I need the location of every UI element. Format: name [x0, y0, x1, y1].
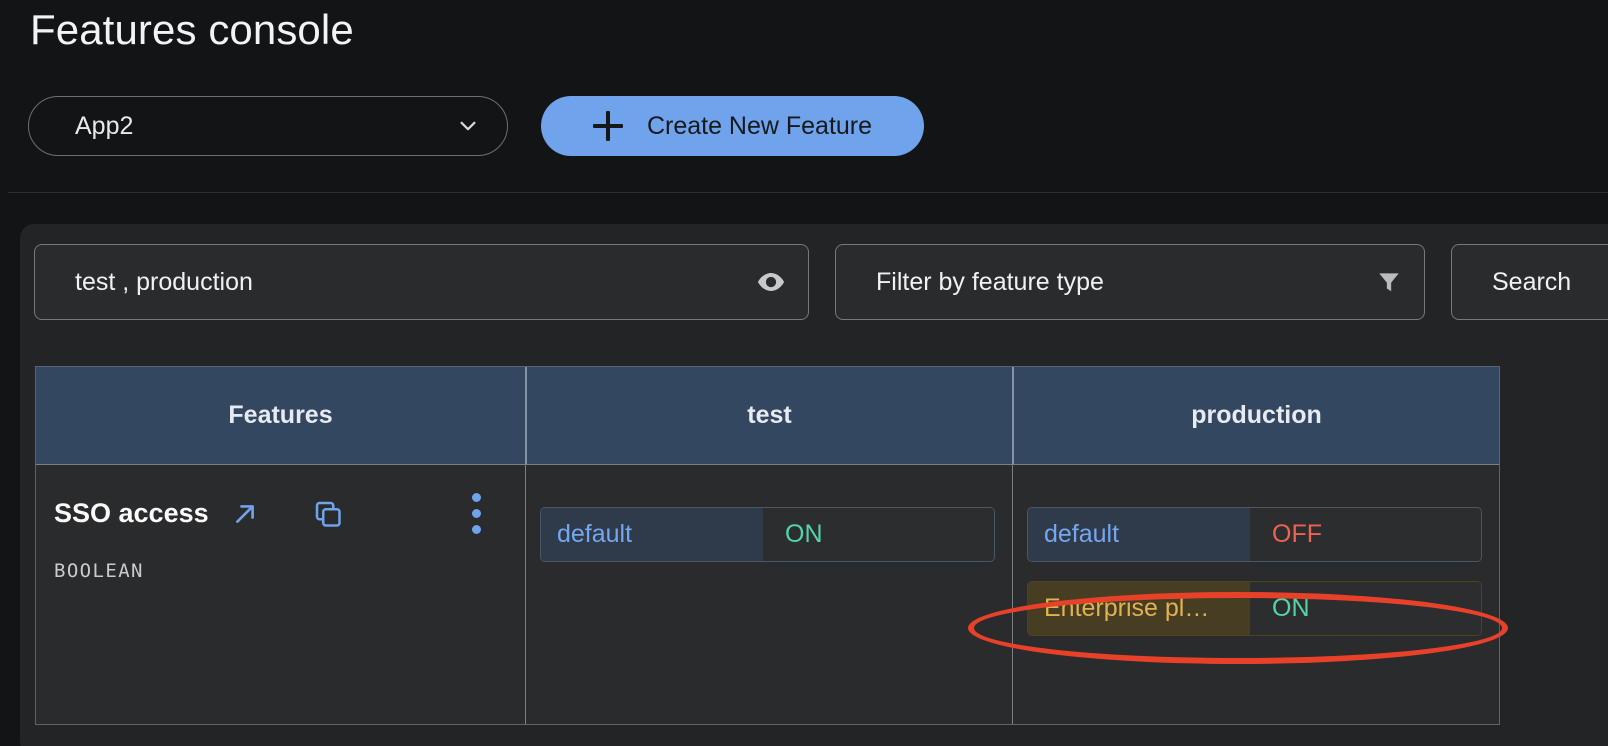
chevron-down-icon [460, 121, 476, 131]
feature-type-label: BOOLEAN [54, 560, 144, 582]
page-title: Features console [30, 6, 354, 53]
features-console-page: Features console App2 Create New Feature… [0, 0, 1608, 746]
feature-type-filter-input[interactable]: Filter by feature type [835, 244, 1425, 320]
features-panel: test , production Filter by feature type… [20, 224, 1608, 746]
header-divider [8, 192, 1608, 193]
environments-filter-input[interactable]: test , production [34, 244, 809, 320]
environment-cell-test: default ON [525, 465, 1012, 724]
environments-filter-value: test , production [75, 267, 253, 296]
environment-cell-production: default OFF Enterprise pl… ON [1012, 465, 1499, 724]
feature-cell: SSO access BOOLEAN [36, 465, 525, 724]
rule-list-test: default ON [526, 465, 1012, 562]
create-new-feature-button[interactable]: Create New Feature [541, 96, 924, 156]
rule-item[interactable]: default ON [540, 507, 995, 562]
rule-name: default [1028, 508, 1250, 561]
external-link-icon[interactable] [209, 500, 259, 528]
feature-header: SSO access [36, 465, 525, 534]
rule-value: ON [1250, 582, 1481, 635]
eye-icon[interactable] [756, 267, 786, 297]
create-new-feature-label: Create New Feature [646, 111, 873, 140]
features-table: Features test production SSO access BOOL… [35, 366, 1500, 725]
rule-item[interactable]: Enterprise pl… ON [1027, 581, 1482, 636]
rule-name: Enterprise pl… [1028, 582, 1250, 635]
app-select-value: App2 [75, 111, 134, 140]
table-row: SSO access BOOLEAN default ON default OF… [36, 464, 1499, 724]
column-header-production[interactable]: production [1012, 367, 1499, 464]
column-header-features[interactable]: Features [36, 367, 525, 464]
app-select-dropdown[interactable]: App2 [28, 96, 508, 156]
plus-icon [592, 111, 623, 141]
feature-type-filter-value: Filter by feature type [876, 267, 1104, 296]
rule-name: default [541, 508, 763, 561]
table-header-row: Features test production [36, 366, 1499, 464]
rule-item[interactable]: default OFF [1027, 507, 1482, 562]
page-toolbar: App2 Create New Feature [0, 96, 1608, 158]
rule-list-production: default OFF Enterprise pl… ON [1013, 465, 1499, 636]
feature-name: SSO access [54, 498, 209, 528]
copy-icon[interactable] [259, 499, 343, 529]
search-input[interactable]: Search [1451, 244, 1608, 320]
filters-row: test , production Filter by feature type… [34, 244, 1608, 320]
column-header-test[interactable]: test [525, 367, 1012, 464]
kebab-menu-icon[interactable] [472, 493, 481, 534]
rule-value: ON [763, 508, 994, 561]
rule-value: OFF [1250, 508, 1481, 561]
filter-icon[interactable] [1376, 269, 1402, 295]
search-input-value: Search [1492, 267, 1572, 296]
